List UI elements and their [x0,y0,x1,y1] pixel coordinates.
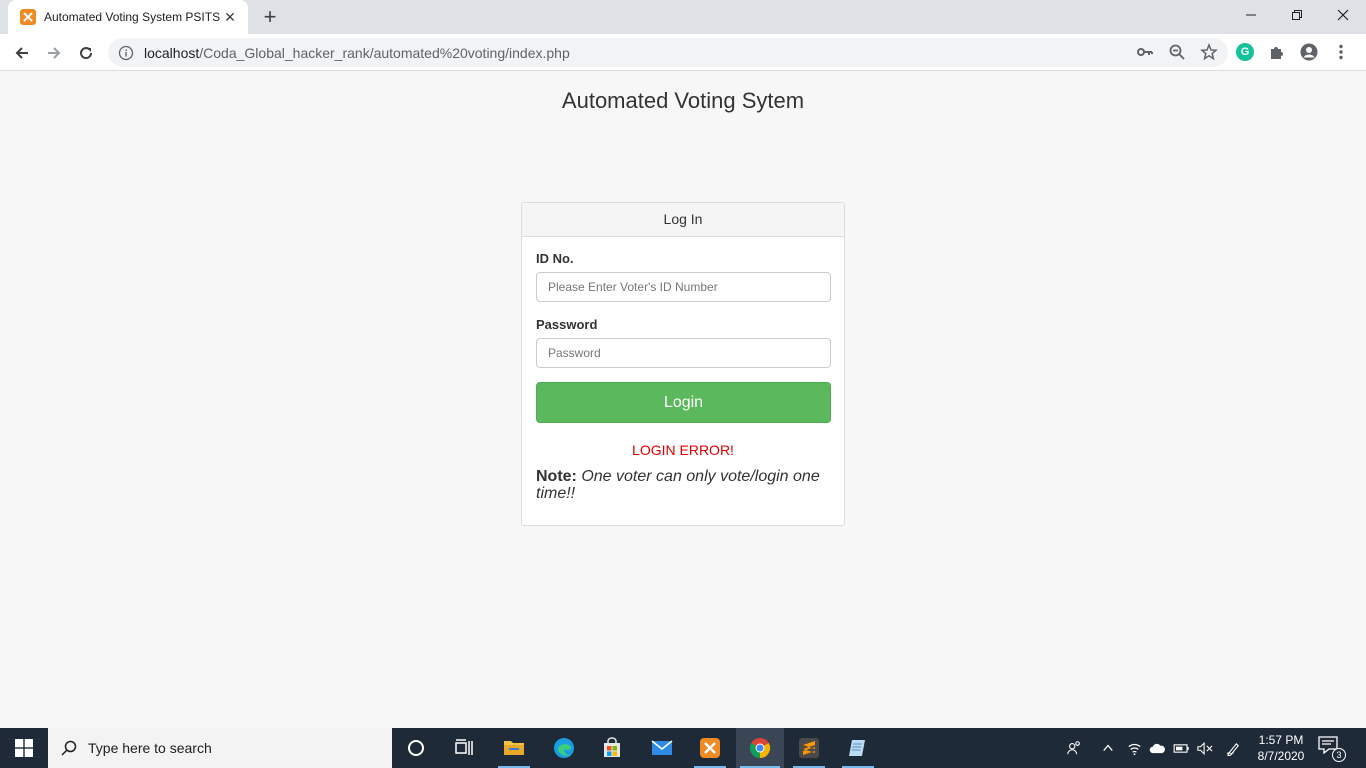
mail-icon [651,740,673,755]
edge-icon [554,738,574,758]
tab-strip: Automated Voting System PSITS ✕ + [0,0,1366,34]
windows-logo-icon [15,739,33,757]
id-label: ID No. [536,251,574,266]
clock-time: 1:57 PM [1258,733,1304,747]
cortana-circle-icon [408,740,424,756]
note-text: One voter can only vote/login one time!! [536,468,820,502]
show-hidden-icons-chevron-icon[interactable] [1098,728,1118,768]
reload-icon [80,47,93,60]
folder-icon [504,741,524,755]
xampp-icon [700,738,720,758]
pen-workspace-icon[interactable] [1222,728,1244,768]
taskbar-search-box[interactable]: Type here to search [48,728,392,768]
extensions-puzzle-icon[interactable] [1268,43,1286,61]
forward-arrow-icon [48,47,61,59]
minimize-icon [1246,14,1256,16]
browser-menu-icon[interactable] [1332,43,1350,61]
notification-count-badge: 3 [1332,748,1346,762]
reload-button[interactable] [72,39,100,67]
chrome-button[interactable] [736,728,784,768]
url-text: localhost/Coda_Global_hacker_rank/automa… [144,45,570,61]
notepad-icon [849,740,865,756]
grammarly-icon[interactable]: G [1236,43,1254,61]
file-explorer-button[interactable] [490,728,538,768]
back-button[interactable] [8,39,36,67]
minimize-button[interactable] [1228,0,1274,30]
address-bar[interactable]: localhost/Coda_Global_hacker_rank/automa… [108,38,1228,67]
battery-icon[interactable] [1170,728,1192,768]
xampp-button[interactable] [686,728,734,768]
tab-close-icon[interactable]: ✕ [222,9,238,25]
panel-heading: Log In [522,203,844,237]
password-label: Password [536,317,598,332]
windows-taskbar: Type here to search 1:57 PM 8/7/2020 3 [0,728,1366,768]
login-error-message: LOGIN ERROR! [632,442,734,458]
forward-button[interactable] [40,39,68,67]
search-placeholder: Type here to search [88,740,212,756]
onedrive-cloud-icon[interactable] [1146,728,1168,768]
task-view-icon [455,739,473,755]
url-host: localhost [144,44,200,61]
login-form: ID No. Password Login LOGIN ERROR! Note:… [522,237,844,516]
edge-button[interactable] [540,728,588,768]
task-view-button[interactable] [440,728,488,768]
xampp-favicon-icon [20,9,36,25]
url-path: /Coda_Global_hacker_rank/automated%20vot… [199,44,570,61]
mail-button[interactable] [638,728,686,768]
clock-date: 8/7/2020 [1257,749,1305,763]
browser-toolbar: localhost/Coda_Global_hacker_rank/automa… [0,34,1366,71]
login-button[interactable]: Login [536,382,831,423]
profile-avatar-icon[interactable] [1300,43,1318,61]
new-tab-button[interactable]: + [258,4,282,29]
volume-muted-icon[interactable] [1194,728,1216,768]
tab-title: Automated Voting System PSITS [44,10,221,24]
notepad-button[interactable] [834,728,882,768]
info-icon[interactable] [118,45,134,61]
bookmark-star-icon[interactable] [1200,43,1218,61]
close-icon [1337,9,1349,21]
sublime-text-icon [799,738,819,758]
password-input[interactable] [536,338,831,368]
store-bag-icon [604,737,620,757]
key-icon[interactable] [1136,43,1154,61]
store-button[interactable] [588,728,636,768]
login-panel: Log In ID No. Password Login LOGIN ERROR… [521,202,845,526]
people-icon[interactable] [1062,728,1086,768]
id-number-input[interactable] [536,272,831,302]
page-title: Automated Voting Sytem [561,88,805,113]
cortana-button[interactable] [392,728,440,768]
note-label: Note: [536,468,577,485]
restore-icon [1292,10,1302,20]
wifi-icon[interactable] [1124,728,1144,768]
sublime-text-button[interactable] [785,728,833,768]
back-arrow-icon [15,47,28,59]
voting-note: Note: One voter can only vote/login one … [536,468,830,502]
action-center-button[interactable]: 3 [1318,736,1346,762]
close-window-button[interactable] [1320,0,1366,30]
taskbar-clock[interactable]: 1:57 PM 8/7/2020 [1250,732,1312,764]
restore-button[interactable] [1274,0,1320,30]
search-icon [61,740,77,756]
browser-tab[interactable]: Automated Voting System PSITS ✕ [8,0,248,34]
chrome-icon [749,738,771,759]
start-button[interactable] [0,728,48,768]
zoom-icon[interactable] [1168,43,1186,61]
